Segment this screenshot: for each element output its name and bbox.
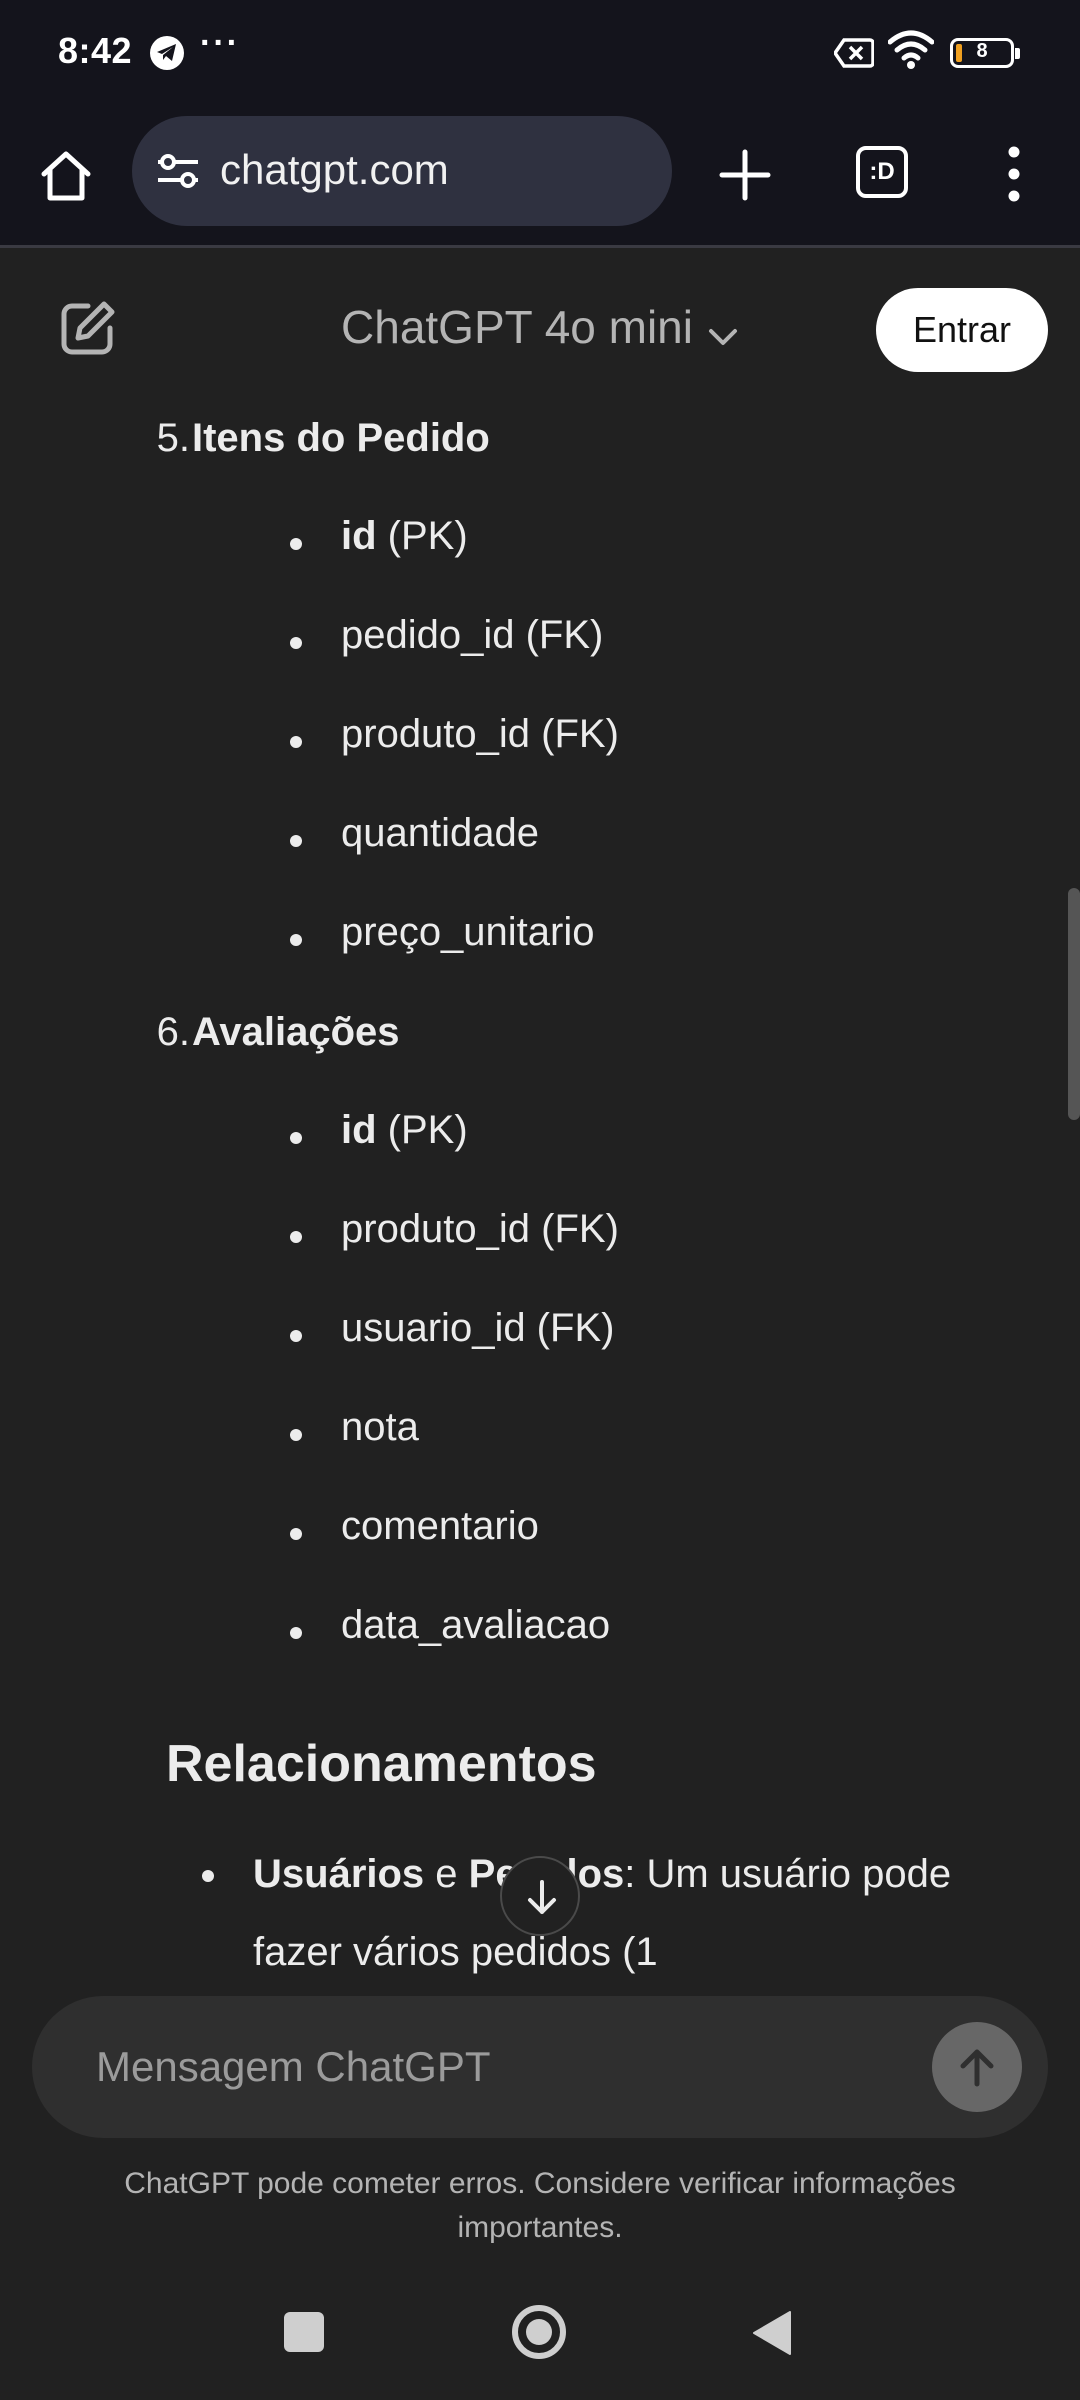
system-nav-bar [0, 2254, 1080, 2400]
scrollbar-thumb[interactable] [1068, 888, 1080, 1120]
list-item: produto_id (FK) [341, 712, 619, 756]
list-item: pedido_id (FK) [341, 613, 604, 657]
status-time: 8:42 [58, 30, 133, 71]
composer [32, 1996, 1048, 2138]
entity-name: Usuários [253, 1852, 425, 1896]
arrow-down-icon [528, 1880, 556, 1914]
bullet-dot [290, 1330, 302, 1342]
bullet-dot [290, 538, 302, 550]
list-item: nota [341, 1405, 419, 1449]
bullet-dot [290, 1231, 302, 1243]
relationship-item: Usuários e Pedidos: Um usuário pode faze… [253, 1835, 1013, 1984]
list-item: id (PK) [341, 514, 468, 559]
battery-icon: 8 [950, 38, 1020, 68]
home-nav-icon[interactable] [512, 2305, 566, 2359]
chat-header: ChatGPT 4o mini Entrar [0, 248, 1080, 388]
list-item: preço_unitario [341, 910, 595, 954]
home-button[interactable] [36, 146, 96, 206]
list-item: usuario_id (FK) [341, 1306, 615, 1350]
field-desc: (PK) [376, 514, 468, 558]
new-tab-button[interactable] [714, 144, 776, 206]
battery-label: 8 [976, 40, 988, 62]
tabs-button[interactable]: :D [856, 146, 908, 198]
bullet-dot [290, 1429, 302, 1441]
bullet-dot [290, 934, 302, 946]
list-number: 6. [156, 1010, 190, 1054]
bullet-dot [290, 736, 302, 748]
bullet-dot [290, 1627, 302, 1639]
url-bar[interactable]: chatgpt.com [132, 116, 672, 226]
plus-icon [719, 149, 771, 201]
status-overflow: ··· [200, 24, 240, 62]
composer-area: ChatGPT pode cometer erros. Considere ve… [0, 1984, 1080, 2254]
arrow-up-icon [960, 2049, 994, 2087]
browser-toolbar: chatgpt.com :D [0, 108, 1080, 248]
bullet-dot [290, 1132, 302, 1144]
list-title: Avaliações [192, 1010, 400, 1054]
wifi-icon [887, 30, 935, 75]
model-name: ChatGPT 4o mini [341, 301, 693, 353]
send-button[interactable] [932, 2022, 1022, 2112]
list-item: id (PK) [341, 1108, 468, 1153]
field-name-bold: id [341, 514, 377, 558]
disclaimer-text: ChatGPT pode cometer erros. Considere ve… [124, 2167, 956, 2244]
scroll-to-bottom-button[interactable] [500, 1856, 580, 1936]
section-heading: Relacionamentos [166, 1735, 597, 1793]
more-vert-icon[interactable] [1000, 144, 1028, 204]
list-title: Itens do Pedido [192, 416, 490, 460]
field-name-bold: id [341, 1108, 377, 1152]
site-settings-icon[interactable] [154, 148, 202, 199]
bullet-dot [290, 637, 302, 649]
status-bar: 8:42 ··· 8 [0, 0, 1080, 108]
login-button[interactable]: Entrar [876, 288, 1048, 372]
list-item: comentario [341, 1504, 539, 1548]
bullet-dot [202, 1870, 214, 1882]
xbox-icon [832, 38, 875, 73]
telegram-icon [150, 36, 184, 70]
message-input[interactable] [94, 2034, 918, 2100]
field-desc: (PK) [376, 1108, 468, 1152]
list-item: produto_id (FK) [341, 1207, 619, 1251]
back-icon[interactable] [752, 2310, 792, 2361]
bullet-dot [290, 835, 302, 847]
home-icon [41, 151, 91, 201]
bullet-dot [290, 1528, 302, 1540]
connector-text: e [424, 1852, 469, 1896]
list-number: 5. [156, 416, 190, 460]
list-item: data_avaliacao [341, 1603, 611, 1647]
chevron-down-icon [707, 304, 739, 358]
list-item: quantidade [341, 811, 539, 855]
recent-apps-icon[interactable] [284, 2312, 324, 2352]
url-text[interactable]: chatgpt.com [220, 146, 449, 194]
chat-message: 5. Itens do Pedido id (PK) pedido_id (FK… [0, 388, 1080, 1984]
